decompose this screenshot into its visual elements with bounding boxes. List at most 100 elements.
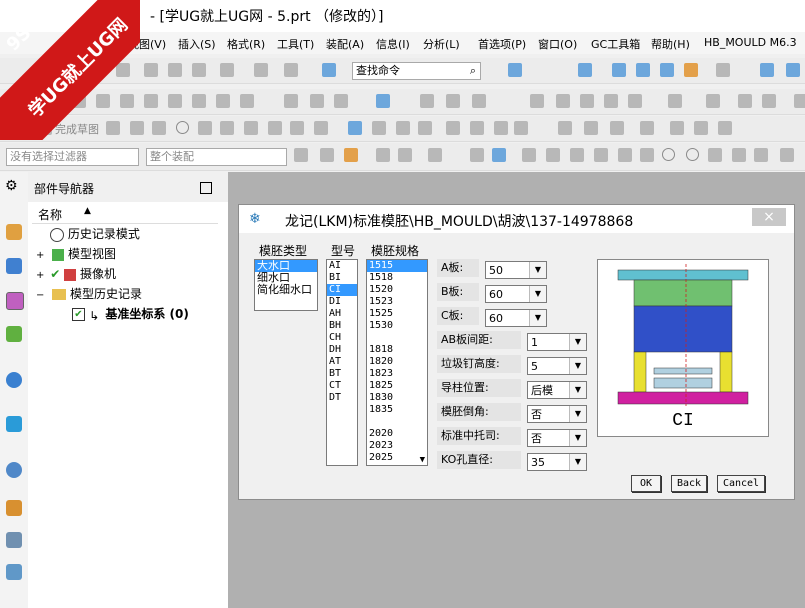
- a-plate-select[interactable]: 50 ▼: [485, 261, 547, 279]
- b-plate-select[interactable]: 60 ▼: [485, 285, 547, 303]
- sketch-settings-icon[interactable]: [640, 121, 654, 135]
- quadrant-icon[interactable]: [662, 148, 675, 161]
- layer-icon[interactable]: [684, 63, 698, 77]
- cube-shaded-icon[interactable]: [612, 63, 626, 77]
- mirror-icon[interactable]: [396, 121, 410, 135]
- list-item[interactable]: BT: [327, 368, 357, 380]
- measure-icon[interactable]: [706, 94, 720, 108]
- find-command-input[interactable]: 查找命令 ⌕: [352, 62, 481, 80]
- midpoint-icon[interactable]: [546, 148, 560, 162]
- menu-insert[interactable]: 插入(S): [178, 36, 216, 52]
- collapse-icon[interactable]: −: [36, 290, 44, 301]
- arc-center-icon[interactable]: [618, 148, 632, 162]
- menu-analysis[interactable]: 分析(L): [423, 36, 460, 52]
- update-icon[interactable]: [718, 121, 732, 135]
- list-item[interactable]: DT: [327, 392, 357, 404]
- arc-icon[interactable]: [152, 121, 166, 135]
- settings-gear-icon[interactable]: ⚙: [5, 178, 18, 194]
- body-icon[interactable]: [628, 94, 642, 108]
- rect-select-icon[interactable]: [428, 148, 442, 162]
- reuse-library-icon[interactable]: [6, 326, 22, 342]
- patch-icon[interactable]: [556, 94, 570, 108]
- list-item[interactable]: BH: [327, 320, 357, 332]
- ref-icon[interactable]: [610, 121, 624, 135]
- support-bush-select[interactable]: 否 ▼: [527, 429, 587, 447]
- trim-curve-icon[interactable]: [418, 121, 432, 135]
- list-item[interactable]: 2025: [367, 452, 427, 464]
- pocket-icon[interactable]: [216, 94, 230, 108]
- ab-gap-select[interactable]: 1 ▼: [527, 333, 587, 351]
- constraint-icon[interactable]: [470, 121, 484, 135]
- cut-icon[interactable]: [144, 63, 158, 77]
- move-icon[interactable]: [760, 63, 774, 77]
- checkbox-icon[interactable]: ✔: [72, 308, 85, 321]
- roles-icon[interactable]: [6, 532, 22, 548]
- name-column-header[interactable]: 名称 ▲: [32, 205, 218, 224]
- redo-icon[interactable]: [254, 63, 268, 77]
- expand-icon[interactable]: +: [36, 250, 44, 261]
- list-item[interactable]: 2023: [367, 440, 427, 452]
- list-item[interactable]: 1825: [367, 380, 427, 392]
- pattern-icon[interactable]: [376, 94, 390, 108]
- menu-format[interactable]: 格式(R): [227, 36, 265, 52]
- intersection-icon[interactable]: [594, 148, 608, 162]
- bounded-grid-icon[interactable]: [732, 148, 746, 162]
- section-icon[interactable]: [762, 94, 776, 108]
- menu-preferences[interactable]: 首选项(P): [478, 36, 526, 52]
- snap-toggle-icon[interactable]: [780, 148, 794, 162]
- list-item[interactable]: CI: [327, 284, 357, 296]
- menu-hb-mould[interactable]: HB_MOULD M6.3: [704, 36, 797, 49]
- list-item[interactable]: 1820: [367, 356, 427, 368]
- existing-point-icon[interactable]: [686, 148, 699, 161]
- point-on-curve-icon[interactable]: [708, 148, 722, 162]
- point-icon[interactable]: [290, 121, 304, 135]
- menu-info[interactable]: 信息(I): [376, 36, 410, 52]
- close-button[interactable]: ×: [752, 208, 786, 226]
- list-item[interactable]: DH: [327, 344, 357, 356]
- more-icon[interactable]: [794, 94, 805, 108]
- hole-icon[interactable]: [168, 94, 182, 108]
- guide-pin-select[interactable]: 后模 ▼: [527, 381, 587, 399]
- maximize-icon[interactable]: [200, 182, 212, 194]
- auto-constraint-icon[interactable]: [558, 121, 572, 135]
- draft-icon[interactable]: [580, 94, 594, 108]
- view-grid-icon[interactable]: [508, 63, 522, 77]
- list-item[interactable]: AH: [327, 308, 357, 320]
- list-item[interactable]: 1830: [367, 392, 427, 404]
- system-scene-icon[interactable]: [6, 564, 22, 580]
- offset-icon[interactable]: [472, 94, 486, 108]
- circle-icon[interactable]: [176, 121, 189, 134]
- spline-icon[interactable]: [314, 121, 328, 135]
- spec-list[interactable]: 1515 1518 1520 1523 1525 1530 1818 1820 …: [366, 259, 428, 466]
- corner-icon[interactable]: [220, 121, 234, 135]
- list-item[interactable]: 1523: [367, 296, 427, 308]
- filter-select[interactable]: 没有选择过滤器: [6, 148, 139, 166]
- list-item[interactable]: CH: [327, 332, 357, 344]
- constraint-nav-icon[interactable]: [6, 258, 22, 274]
- tree-item-datum-csys[interactable]: ✔ ↳ 基准坐标系 (0): [72, 305, 189, 325]
- sync-icon[interactable]: [668, 94, 682, 108]
- tree-item-model-views[interactable]: + 模型视图: [36, 245, 116, 265]
- menu-tools[interactable]: 工具(T): [277, 36, 314, 52]
- filter-icon[interactable]: [294, 148, 308, 162]
- history-icon[interactable]: [6, 416, 22, 432]
- fillet-icon[interactable]: [198, 121, 212, 135]
- boss-icon[interactable]: [192, 94, 206, 108]
- rectangle-icon[interactable]: [244, 121, 258, 135]
- list-item[interactable]: 1520: [367, 284, 427, 296]
- list-item[interactable]: DI: [327, 296, 357, 308]
- list-item[interactable]: 1835: [367, 404, 427, 416]
- blend-icon[interactable]: [284, 94, 298, 108]
- list-item[interactable]: 1515: [367, 260, 427, 272]
- revolve-icon[interactable]: [144, 94, 158, 108]
- chamfer-icon[interactable]: [310, 94, 324, 108]
- endpoint-icon[interactable]: [522, 148, 536, 162]
- tree-item-history-mode[interactable]: 历史记录模式: [50, 225, 140, 245]
- body-filter-icon[interactable]: [470, 148, 484, 162]
- extend-icon[interactable]: [446, 121, 460, 135]
- color-box-icon[interactable]: [716, 63, 730, 77]
- chamfer-select[interactable]: 否 ▼: [527, 405, 587, 423]
- ko-hole-select[interactable]: 35 ▼: [527, 453, 587, 471]
- type-list[interactable]: 大水口 细水口 简化细水口: [254, 259, 318, 311]
- select-edge-icon[interactable]: [398, 148, 412, 162]
